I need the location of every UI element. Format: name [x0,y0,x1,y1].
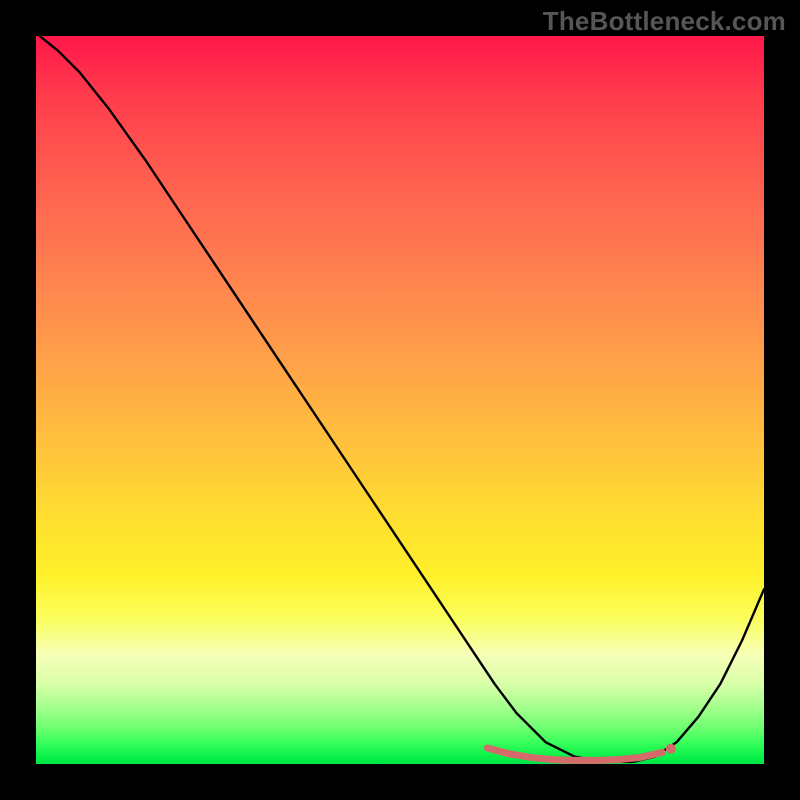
bottleneck-curve [40,36,764,762]
watermark-text: TheBottleneck.com [543,6,786,37]
chart-frame: TheBottleneck.com [0,0,800,800]
chart-svg [36,36,764,764]
plot-area [36,36,764,764]
optimal-range-marker [487,748,662,760]
optimal-end-dot [666,744,676,754]
